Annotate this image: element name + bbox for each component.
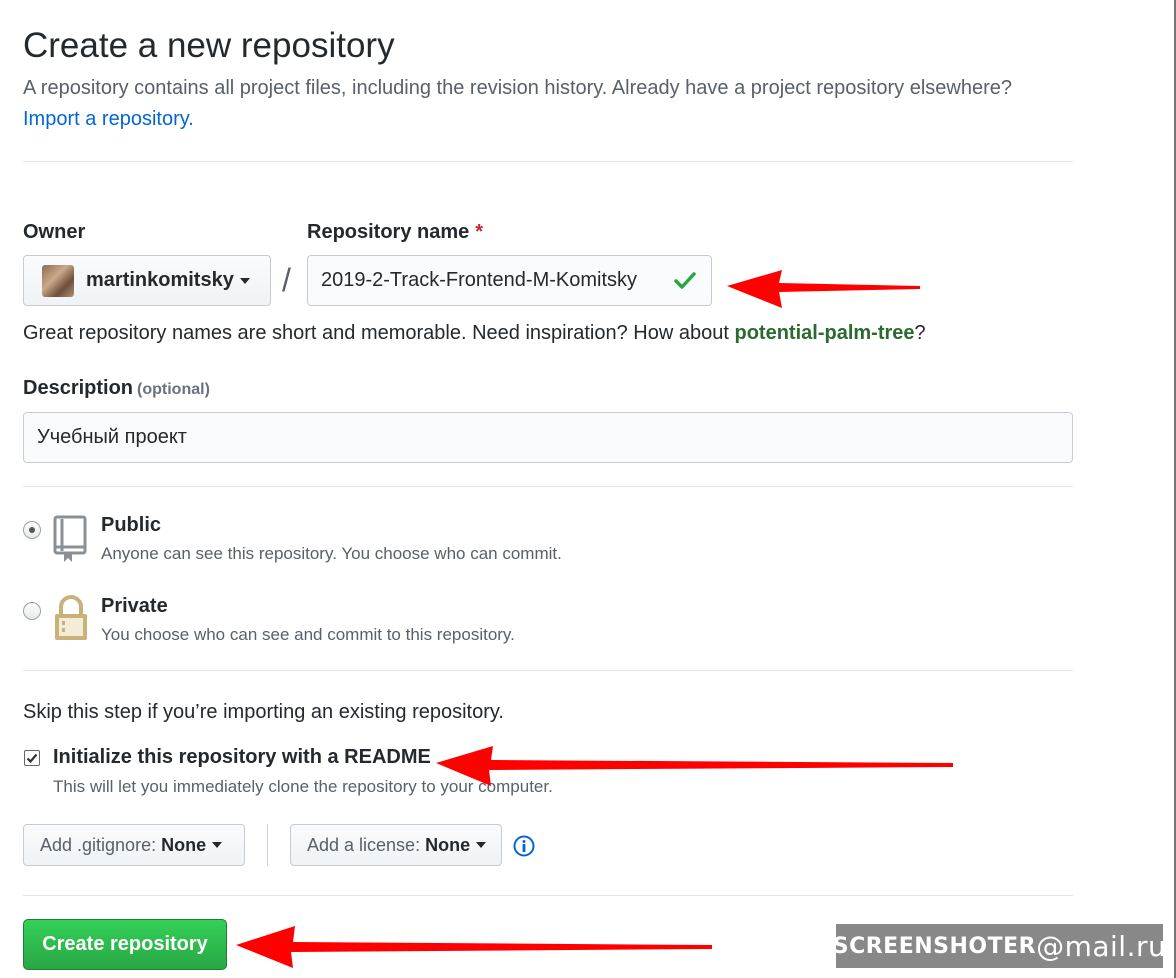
gitignore-value: None	[161, 834, 207, 855]
private-desc: You choose who can see and commit to thi…	[101, 625, 515, 644]
page-title: Create a new repository	[23, 26, 395, 65]
public-radio[interactable]	[23, 521, 41, 539]
lock-icon	[55, 595, 87, 640]
hint-text: Great repository names are short and mem…	[23, 322, 735, 344]
caret-down-icon	[239, 277, 250, 284]
owner-select[interactable]: martinkomitsky	[23, 255, 271, 306]
name-suggestion-link[interactable]: potential-palm-tree	[734, 322, 914, 344]
check-icon	[674, 272, 696, 289]
checkmark-icon	[26, 753, 38, 764]
skip-step-note: Skip this step if you’re importing an ex…	[23, 701, 504, 723]
divider	[23, 895, 1073, 896]
license-label: Add a license:	[307, 834, 421, 855]
annotation-arrow	[436, 746, 953, 786]
import-repository-link[interactable]: Import a repository.	[23, 108, 194, 131]
description-label: Description (optional)	[23, 377, 210, 400]
license-select[interactable]: Add a license: None	[290, 824, 502, 866]
repo-name-hint: Great repository names are short and mem…	[23, 322, 926, 345]
watermark-left: SCREENSHOTER	[832, 933, 1037, 959]
public-desc: Anyone can see this repository. You choo…	[101, 544, 562, 563]
info-icon[interactable]	[513, 835, 535, 857]
caret-down-icon	[212, 842, 223, 848]
caret-down-icon	[476, 842, 487, 848]
repo-name-input[interactable]: 2019-2-Track-Frontend-M-Komitsky	[307, 255, 712, 306]
page-subtitle: A repository contains all project files,…	[23, 77, 1013, 99]
hint-suffix: ?	[914, 322, 926, 344]
description-input[interactable]: Учебный проект	[23, 412, 1073, 463]
private-radio[interactable]	[23, 602, 41, 620]
description-value: Учебный проект	[37, 426, 187, 448]
divider	[23, 161, 1073, 162]
owner-name: martinkomitsky	[86, 269, 234, 291]
create-repository-button[interactable]: Create repository	[23, 919, 227, 970]
divider	[23, 486, 1073, 487]
private-title: Private	[101, 595, 168, 617]
repo-name-label: Repository name *	[307, 221, 483, 244]
watermark-right: mail.ru	[1064, 929, 1167, 963]
description-label-text: Description	[23, 377, 134, 399]
divider	[23, 670, 1073, 671]
gitignore-label: Add .gitignore:	[40, 834, 157, 855]
gitignore-select[interactable]: Add .gitignore: None	[23, 824, 245, 866]
license-value: None	[425, 834, 471, 855]
annotation-arrow	[236, 926, 712, 968]
repo-name-label-text: Repository name	[307, 221, 470, 243]
avatar	[42, 264, 74, 297]
readme-checkbox[interactable]	[24, 750, 40, 766]
required-marker: *	[475, 221, 484, 243]
watermark-at: @	[1036, 929, 1065, 963]
repo-name-value: 2019-2-Track-Frontend-M-Komitsky	[321, 269, 638, 291]
annotation-arrow	[727, 270, 920, 308]
repo-book-icon	[53, 515, 87, 562]
vertical-divider	[267, 824, 268, 866]
readme-label[interactable]: Initialize this repository with a README	[53, 746, 431, 769]
public-title: Public	[101, 514, 162, 536]
owner-repo-separator: /	[282, 262, 291, 298]
optional-tag: (optional)	[137, 381, 210, 398]
screenshoter-watermark: SCREENSHOTER @ mail.ru	[832, 924, 1166, 968]
owner-label: Owner	[23, 221, 86, 243]
